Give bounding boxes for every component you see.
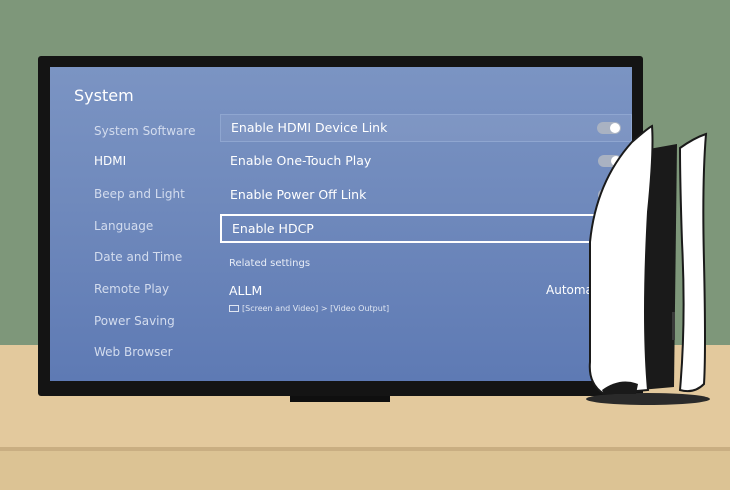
setting-label: Enable HDCP xyxy=(232,221,314,236)
tv-stand xyxy=(290,396,390,402)
allm-label[interactable]: ALLM xyxy=(229,283,262,298)
setting-row-one-touch-play[interactable]: Enable One-Touch Play xyxy=(220,148,632,176)
setting-label: Enable Power Off Link xyxy=(230,187,367,202)
console-left-panel xyxy=(588,124,654,396)
page-title: System xyxy=(74,86,134,105)
disc-slot xyxy=(672,312,675,340)
floor xyxy=(0,451,730,490)
tv-screen: System System Software HDMI Beep and Lig… xyxy=(50,67,632,381)
sidebar-item-system-software[interactable]: System Software xyxy=(94,124,195,138)
related-settings-heading: Related settings xyxy=(229,258,311,269)
sidebar-item-hdmi[interactable]: HDMI xyxy=(94,154,126,168)
sidebar-item-power-saving[interactable]: Power Saving xyxy=(94,314,175,328)
sidebar-item-remote-play[interactable]: Remote Play xyxy=(94,282,169,296)
sidebar-item-date-and-time[interactable]: Date and Time xyxy=(94,250,182,264)
sidebar-item-language[interactable]: Language xyxy=(94,219,153,233)
allm-path-text: [Screen and Video] > [Video Output] xyxy=(242,304,390,313)
setting-row-power-off-link[interactable]: Enable Power Off Link xyxy=(220,182,632,210)
allm-path: [Screen and Video] > [Video Output] xyxy=(229,304,389,313)
ps5-console xyxy=(586,124,710,405)
sidebar-item-web-browser[interactable]: Web Browser xyxy=(94,345,173,359)
setting-label: Enable One-Touch Play xyxy=(230,153,372,168)
setting-label: Enable HDMI Device Link xyxy=(231,120,388,135)
sidebar-item-beep-and-light[interactable]: Beep and Light xyxy=(94,187,185,201)
console-right-panel xyxy=(678,132,708,393)
setting-row-hdmi-device-link[interactable]: Enable HDMI Device Link xyxy=(220,114,632,142)
setting-row-hdcp[interactable]: Enable HDCP xyxy=(220,214,632,243)
screen-icon xyxy=(229,305,239,312)
